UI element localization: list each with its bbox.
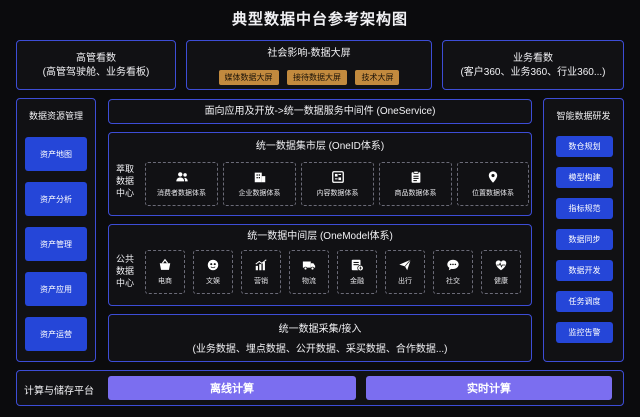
offline-compute-button[interactable]: 离线计算	[108, 376, 356, 400]
consumer-data-cell: 消费者数据体系	[145, 162, 218, 206]
travel-cell: 出行	[385, 250, 425, 294]
basket-icon	[159, 258, 171, 270]
data-collect-subtitle: (业务数据、埋点数据、公开数据、采买数据、合作数据...)	[192, 344, 448, 355]
asset-operation-button[interactable]: 资产运营	[25, 317, 87, 351]
realtime-compute-button[interactable]: 实时计算	[366, 376, 612, 400]
page-title: 典型数据中台参考架构图	[231, 11, 408, 28]
asset-analysis-button[interactable]: 资产分析	[25, 182, 87, 216]
heart-icon	[495, 260, 507, 271]
data-collect-panel: 统一数据采集/接入 (业务数据、埋点数据、公开数据、采买数据、合作数据...)	[108, 314, 532, 362]
asset-application-button[interactable]: 资产应用	[25, 272, 87, 306]
truck-icon	[302, 261, 316, 271]
data-dev-button[interactable]: 数据开发	[556, 260, 613, 281]
marketing-cell: 营销	[241, 250, 281, 294]
reception-screen-tag: 接待数据大屏	[287, 70, 347, 85]
business-view-title: 业务看数	[513, 53, 553, 64]
social-impact-title: 社会影响-数据大屏	[267, 48, 351, 59]
executive-view-subtitle: (高管驾驶舱、业务看板)	[42, 67, 150, 78]
extract-side-label: 萃取 数据 中心	[115, 164, 134, 198]
tech-screen-tag: 技术大屏	[355, 70, 400, 85]
content-data-cell: 内容数据体系	[301, 162, 374, 206]
oneservice-bar: 面向应用及开放->统一数据服务中间件 (OneService)	[108, 99, 532, 124]
chat-icon	[447, 259, 459, 271]
enterprise-data-cell: 企业数据体系	[223, 162, 296, 206]
compute-platform-label: 计算与储存平台	[24, 386, 94, 397]
oneservice-label: 面向应用及开放->统一数据服务中间件 (OneService)	[204, 106, 436, 117]
people-icon	[175, 172, 188, 182]
asset-map-button[interactable]: 资产地图	[25, 137, 87, 171]
clipboard-icon	[411, 170, 420, 183]
data-collect-title: 统一数据采集/接入	[278, 324, 362, 335]
business-view-panel: 业务看数 (客户360、业务360、行业360...)	[442, 40, 624, 90]
health-cell: 健康	[481, 250, 521, 294]
asset-management-button[interactable]: 资产管理	[25, 227, 87, 261]
product-data-cell: 商品数据体系	[379, 162, 452, 206]
finance-cell: 金融	[337, 250, 377, 294]
public-layer-title: 统一数据中间层 (OneModel体系)	[247, 231, 393, 242]
metric-spec-button[interactable]: 指标规范	[556, 198, 613, 219]
data-resource-title: 数据资源管理	[28, 111, 83, 121]
data-sync-button[interactable]: 数据同步	[556, 229, 613, 250]
social-cell: 社交	[433, 250, 473, 294]
model-building-button[interactable]: 模型构建	[556, 167, 613, 188]
finance-icon	[351, 259, 364, 272]
ecommerce-cell: 电商	[145, 250, 185, 294]
location-data-cell: 位置数据体系	[457, 162, 529, 206]
task-scheduling-button[interactable]: 任务调度	[556, 291, 613, 312]
executive-view-title: 高管看数	[76, 53, 116, 64]
media-screen-tag: 媒体数据大屏	[218, 70, 279, 85]
send-icon	[399, 259, 411, 271]
warehouse-planning-button[interactable]: 数仓规划	[556, 136, 613, 157]
public-side-label: 公共 数据 中心	[115, 254, 134, 288]
entertainment-icon	[207, 259, 219, 271]
location-icon	[488, 171, 498, 183]
public-data-panel: 公共 数据 中心 统一数据中间层 (OneModel体系) 电商 文娱 营销 物流 …	[108, 224, 532, 306]
content-icon	[331, 171, 344, 183]
logistics-cell: 物流	[289, 250, 329, 294]
intelligent-dev-title: 智能数据研发	[556, 111, 611, 121]
social-impact-panel: 社会影响-数据大屏 媒体数据大屏 接待数据大屏 技术大屏	[186, 40, 432, 90]
business-view-subtitle: (客户360、业务360、行业360...)	[460, 67, 606, 78]
data-resource-panel: 数据资源管理 资产地图 资产分析 资产管理 资产应用 资产运营	[16, 98, 96, 362]
building-icon	[254, 172, 265, 183]
extract-data-panel: 萃取 数据 中心 统一数据集市层 (OneID体系) 消费者数据体系 企业数据体系 …	[108, 132, 532, 216]
extract-layer-title: 统一数据集市层 (OneID体系)	[255, 141, 385, 152]
executive-view-panel: 高管看数 (高管驾驶舱、业务看板)	[16, 40, 176, 90]
intelligent-dev-panel: 智能数据研发 数仓规划 模型构建 指标规范 数据同步 数据开发 任务调度 监控告…	[543, 98, 624, 362]
chart-icon	[255, 259, 267, 271]
entertainment-cell: 文娱	[193, 250, 233, 294]
monitor-alert-button[interactable]: 监控告警	[556, 322, 613, 343]
